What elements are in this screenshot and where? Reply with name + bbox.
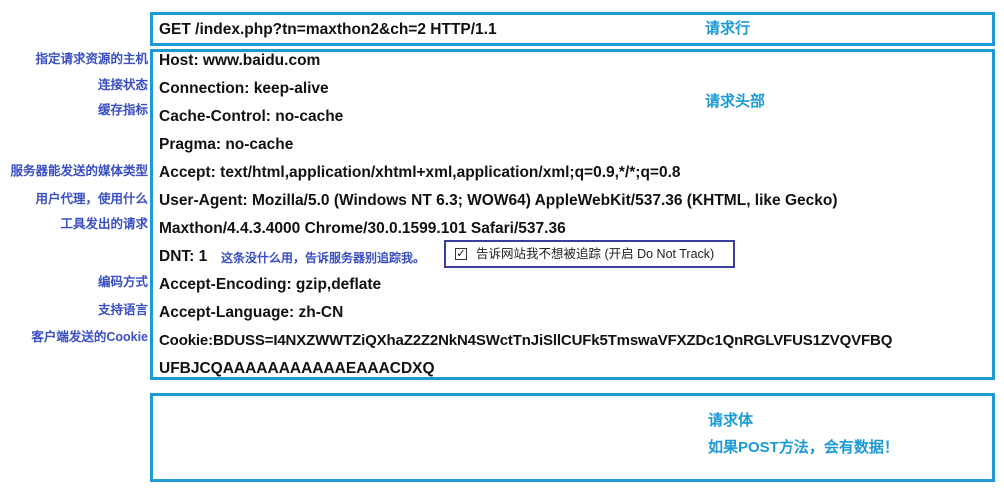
header-line-connection: Connection: keep-alive bbox=[159, 80, 329, 97]
header-line-cookie-cont: UFBJCQAAAAAAAAAAAEAAACDXQ bbox=[159, 360, 435, 377]
header-line-cookie: Cookie:BDUSS=I4NXZWWTZiQXhaZ2Z2NkN4SWctT… bbox=[159, 332, 893, 349]
dnt-note: 这条没什么用，告诉服务器别追踪我。 bbox=[221, 251, 426, 265]
header-line-cache-control: Cache-Control: no-cache bbox=[159, 108, 344, 125]
request-line-label: 请求行 bbox=[705, 20, 751, 37]
request-body-box: 请求体 如果POST方法，会有数据！ bbox=[150, 393, 995, 482]
header-line-dnt: DNT: 1 bbox=[159, 248, 208, 265]
annotation-language: 支持语言 bbox=[97, 303, 148, 317]
request-line-text: GET /index.php?tn=maxthon2&ch=2 HTTP/1.1 bbox=[159, 21, 497, 38]
request-headers-label: 请求头部 bbox=[705, 93, 766, 110]
annotation-accept: 服务器能发送的媒体类型 bbox=[10, 164, 148, 178]
annotation-cookie: 客户端发送的Cookie bbox=[31, 330, 148, 344]
header-line-accept-encoding: Accept-Encoding: gzip,deflate bbox=[159, 276, 382, 293]
header-line-accept: Accept: text/html,application/xhtml+xml,… bbox=[159, 164, 681, 181]
annotation-user-agent-2: 工具发出的请求 bbox=[60, 217, 148, 231]
annotation-host: 指定请求资源的主机 bbox=[35, 52, 148, 66]
header-line-user-agent-cont: Maxthon/4.4.3.4000 Chrome/30.0.1599.101 … bbox=[159, 220, 566, 237]
annotation-encoding: 编码方式 bbox=[97, 275, 148, 289]
request-headers-box: 请求头部 Host: www.baidu.com Connection: kee… bbox=[150, 49, 995, 380]
annotation-connection: 连接状态 bbox=[97, 78, 148, 92]
header-line-accept-language: Accept-Language: zh-CN bbox=[159, 304, 344, 321]
header-line-host: Host: www.baidu.com bbox=[159, 52, 321, 69]
request-body-label: 请求体 bbox=[708, 412, 754, 429]
annotation-user-agent-1: 用户代理，使用什么 bbox=[35, 192, 148, 206]
dnt-checkbox[interactable]: ✓ bbox=[455, 248, 467, 260]
dnt-checkbox-panel: ✓ 告诉网站我不想被追踪 (开启 Do Not Track) bbox=[444, 240, 735, 268]
request-line-box: GET /index.php?tn=maxthon2&ch=2 HTTP/1.1… bbox=[150, 12, 995, 46]
header-line-pragma: Pragma: no-cache bbox=[159, 136, 294, 153]
annotation-column: 指定请求资源的主机 连接状态 缓存指标 服务器能发送的媒体类型 用户代理，使用什… bbox=[0, 0, 148, 490]
request-body-note: 如果POST方法，会有数据！ bbox=[708, 439, 899, 456]
dnt-checkbox-label: 告诉网站我不想被追踪 (开启 Do Not Track) bbox=[476, 247, 715, 261]
annotation-cache: 缓存指标 bbox=[97, 103, 148, 117]
header-line-user-agent: User-Agent: Mozilla/5.0 (Windows NT 6.3;… bbox=[159, 192, 838, 209]
